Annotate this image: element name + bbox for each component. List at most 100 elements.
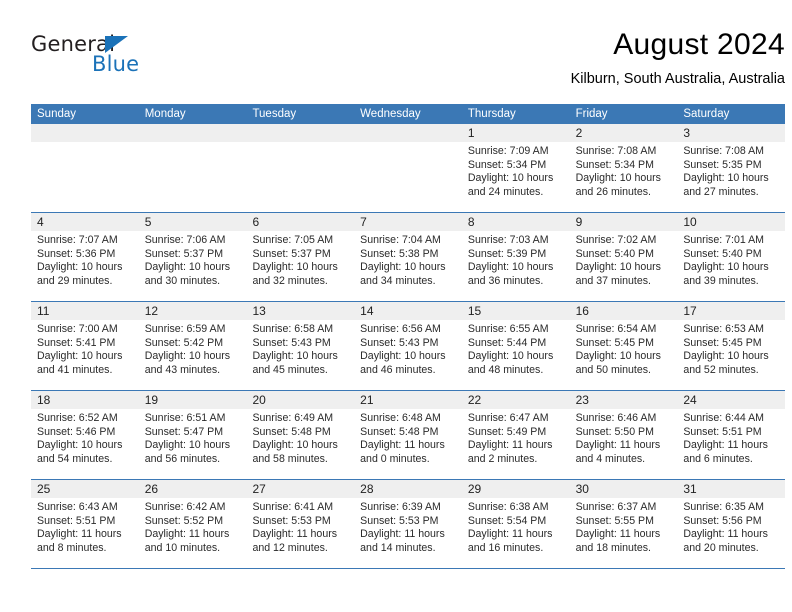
day-cell[interactable]: Sunrise: 7:07 AM Sunset: 5:36 PM Daylight:… [31,231,139,301]
day-cell[interactable]: Sunrise: 7:06 AM Sunset: 5:37 PM Daylight:… [139,231,247,301]
sunset-text: Sunset: 5:47 PM [144,425,224,438]
day-number[interactable]: 30 [570,480,678,498]
day-cell[interactable]: Sunrise: 6:38 AM Sunset: 5:54 PM Daylight:… [462,498,570,568]
day-number[interactable]: 29 [462,480,570,498]
day-number-row: 4 5 6 7 8 9 10 [31,213,785,231]
day-cell[interactable]: Sunrise: 6:44 AM Sunset: 5:51 PM Daylight:… [677,409,785,479]
day-cell[interactable]: Sunrise: 6:54 AM Sunset: 5:45 PM Daylight:… [570,320,678,390]
sunrise-text: Sunrise: 6:35 AM [683,501,764,513]
day-cell[interactable]: Sunrise: 7:03 AM Sunset: 5:39 PM Daylight:… [462,231,570,301]
sunset-text: Sunset: 5:34 PM [467,158,547,171]
daylight-text-line1: Daylight: 11 hours [252,528,338,541]
day-number[interactable]: 7 [354,213,462,231]
day-cell[interactable]: Sunrise: 7:05 AM Sunset: 5:37 PM Daylight:… [246,231,354,301]
sunrise-text: Sunrise: 7:02 AM [575,234,657,246]
day-cell[interactable]: Sunrise: 6:55 AM Sunset: 5:44 PM Daylight:… [462,320,570,390]
sunset-text: Sunset: 5:36 PM [37,247,116,260]
day-cell[interactable]: Sunrise: 6:42 AM Sunset: 5:52 PM Daylight:… [139,498,247,568]
day-cell[interactable]: Sunrise: 6:59 AM Sunset: 5:42 PM Daylight:… [139,320,247,390]
day-number[interactable]: 20 [246,391,354,409]
day-number[interactable]: 22 [462,391,570,409]
day-cell[interactable]: Sunrise: 6:52 AM Sunset: 5:46 PM Daylight:… [31,409,139,479]
weekday-header-sunday: Sunday [37,108,77,120]
daylight-text-line1: Daylight: 10 hours [37,350,123,363]
daylight-text-line1: Daylight: 11 hours [467,528,553,541]
daylight-text-line2: and 56 minutes. [144,452,221,465]
sunset-text: Sunset: 5:40 PM [575,247,654,260]
day-number[interactable]: 19 [139,391,247,409]
day-cell[interactable]: Sunrise: 7:00 AM Sunset: 5:41 PM Daylight:… [31,320,139,390]
day-cell[interactable]: Sunrise: 7:01 AM Sunset: 5:40 PM Daylight:… [677,231,785,301]
day-cell[interactable]: Sunrise: 6:47 AM Sunset: 5:49 PM Daylight:… [462,409,570,479]
daylight-text-line2: and 50 minutes. [575,363,651,376]
daylight-text-line1: Daylight: 11 hours [360,439,445,452]
day-number[interactable]: 12 [139,302,247,320]
daylight-text-line2: and 32 minutes. [252,274,328,287]
day-cell[interactable]: Sunrise: 7:09 AM Sunset: 5:34 PM Daylight:… [462,142,570,212]
daylight-text-line2: and 4 minutes. [575,452,646,465]
day-number[interactable]: 31 [677,480,785,498]
day-number[interactable]: 17 [677,302,785,320]
day-number[interactable]: 16 [570,302,678,320]
day-number[interactable]: 6 [246,213,354,231]
day-cell[interactable]: Sunrise: 6:39 AM Sunset: 5:53 PM Daylight:… [354,498,462,568]
day-cell[interactable]: Sunrise: 6:37 AM Sunset: 5:55 PM Daylight:… [570,498,678,568]
day-cell[interactable]: Sunrise: 6:43 AM Sunset: 5:51 PM Daylight:… [31,498,139,568]
sunrise-text: Sunrise: 6:54 AM [575,323,657,335]
daylight-text-line1: Daylight: 11 hours [683,528,768,541]
day-cell[interactable]: Sunrise: 7:08 AM Sunset: 5:35 PM Daylight:… [677,142,785,212]
day-cell[interactable]: Sunrise: 6:58 AM Sunset: 5:43 PM Daylight:… [246,320,354,390]
daylight-text-line2: and 30 minutes. [144,274,221,287]
day-cell[interactable]: Sunrise: 6:48 AM Sunset: 5:48 PM Daylight:… [354,409,462,479]
daylight-text-line2: and 10 minutes. [144,541,221,554]
sunrise-text: Sunrise: 7:08 AM [575,145,657,157]
day-cell-empty [31,142,139,212]
day-cell[interactable]: Sunrise: 6:53 AM Sunset: 5:45 PM Daylight:… [677,320,785,390]
day-number[interactable]: 24 [677,391,785,409]
day-number[interactable]: 3 [677,124,785,142]
sunrise-text: Sunrise: 7:04 AM [360,234,441,246]
day-cell-empty [139,142,247,212]
weekday-header-friday: Friday [575,108,608,120]
day-number[interactable]: 18 [31,391,139,409]
day-number[interactable]: 13 [246,302,354,320]
day-cell[interactable]: Sunrise: 6:51 AM Sunset: 5:47 PM Daylight:… [139,409,247,479]
day-cell[interactable]: Sunrise: 6:56 AM Sunset: 5:43 PM Daylight:… [354,320,462,390]
daylight-text-line1: Daylight: 10 hours [360,261,446,274]
day-number[interactable]: 14 [354,302,462,320]
daylight-text-line1: Daylight: 10 hours [37,439,123,452]
day-number[interactable]: 5 [139,213,247,231]
day-cell[interactable]: Sunrise: 7:02 AM Sunset: 5:40 PM Daylight:… [570,231,678,301]
day-cell[interactable]: Sunrise: 7:08 AM Sunset: 5:34 PM Daylight:… [570,142,678,212]
day-number[interactable]: 25 [31,480,139,498]
day-number[interactable]: 10 [677,213,785,231]
sunrise-text: Sunrise: 6:58 AM [252,323,334,335]
day-number[interactable]: 15 [462,302,570,320]
day-cell[interactable]: Sunrise: 7:04 AM Sunset: 5:38 PM Daylight:… [354,231,462,301]
day-number[interactable]: 27 [246,480,354,498]
day-number[interactable]: 2 [570,124,678,142]
day-number[interactable]: 21 [354,391,462,409]
day-number[interactable]: 26 [139,480,247,498]
sunset-text: Sunset: 5:56 PM [683,514,762,527]
day-number[interactable]: 23 [570,391,678,409]
day-number[interactable]: 1 [462,124,570,142]
day-number[interactable]: 8 [462,213,570,231]
day-cell[interactable]: Sunrise: 6:49 AM Sunset: 5:48 PM Daylight:… [246,409,354,479]
daylight-text-line1: Daylight: 11 hours [683,439,768,452]
day-number[interactable]: 4 [31,213,139,231]
sunset-text: Sunset: 5:55 PM [575,514,654,527]
day-cell[interactable]: Sunrise: 6:41 AM Sunset: 5:53 PM Daylight:… [246,498,354,568]
sunrise-text: Sunrise: 6:59 AM [144,323,226,335]
daylight-text-line1: Daylight: 11 hours [144,528,230,541]
sunrise-text: Sunrise: 6:48 AM [360,412,441,424]
daylight-text-line2: and 26 minutes. [575,185,651,198]
daylight-text-line2: and 18 minutes. [575,541,651,554]
day-cell[interactable]: Sunrise: 6:35 AM Sunset: 5:56 PM Daylight:… [677,498,785,568]
day-number[interactable]: 9 [570,213,678,231]
general-blue-logo[interactable]: General Blue [31,32,211,88]
sunrise-text: Sunrise: 6:41 AM [252,501,334,513]
day-cell[interactable]: Sunrise: 6:46 AM Sunset: 5:50 PM Daylight:… [570,409,678,479]
day-number[interactable]: 28 [354,480,462,498]
day-number[interactable]: 11 [31,302,139,320]
